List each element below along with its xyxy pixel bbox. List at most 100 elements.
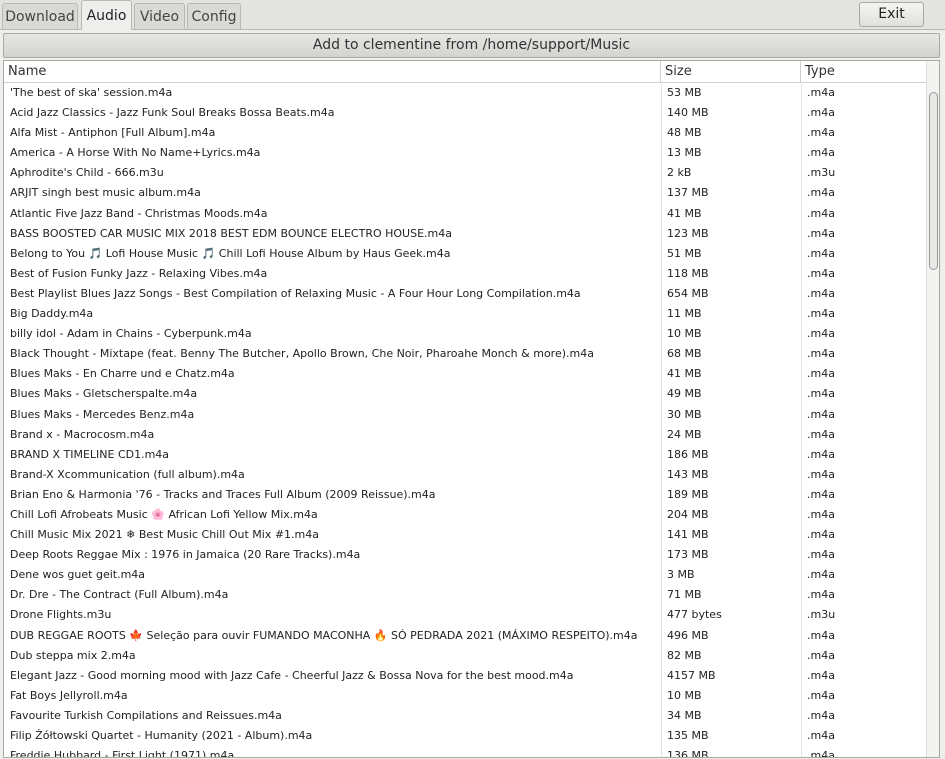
add-to-clementine-button[interactable]: Add to clementine from /home/support/Mus… bbox=[3, 33, 940, 58]
tab-video[interactable]: Video bbox=[134, 3, 185, 29]
file-type: .m4a bbox=[807, 126, 835, 140]
table-row[interactable]: Chill Lofi Afrobeats Music 🌸 African Lof… bbox=[4, 505, 926, 525]
file-name: BASS BOOSTED CAR MUSIC MIX 2018 BEST EDM… bbox=[10, 226, 452, 240]
table-row[interactable]: Belong to You 🎵 Lofi House Music 🎵 Chill… bbox=[4, 244, 926, 264]
file-size: 136 MB bbox=[667, 749, 709, 757]
file-name: Belong to You 🎵 Lofi House Music 🎵 Chill… bbox=[10, 246, 451, 260]
file-type: .m4a bbox=[807, 749, 835, 757]
file-type: .m4a bbox=[807, 186, 835, 200]
table-row[interactable]: Brian Eno & Harmonia '76 - Tracks and Tr… bbox=[4, 485, 926, 505]
audio-panel: Add to clementine from /home/support/Mus… bbox=[0, 29, 945, 759]
file-type: .m4a bbox=[807, 347, 835, 361]
table-row[interactable]: Big Daddy.m4a 11 MB .m4a bbox=[4, 304, 926, 324]
tab-config[interactable]: Config bbox=[187, 3, 241, 29]
table-row[interactable]: Fat Boys Jellyroll.m4a 10 MB .m4a bbox=[4, 686, 926, 706]
file-rows: 'The best of ska' session.m4a 53 MB .m4a Ac… bbox=[4, 83, 926, 757]
file-type: .m4a bbox=[807, 387, 835, 401]
file-name: DUB REGGAE ROOTS 🍁 Seleção para ouvir FU… bbox=[10, 628, 638, 642]
file-name: Blues Maks - En Charre und e Chatz.m4a bbox=[10, 367, 235, 381]
table-row[interactable]: America - A Horse With No Name+Lyrics.m4… bbox=[4, 143, 926, 163]
table-row[interactable]: Favourite Turkish Compilations and Reiss… bbox=[4, 706, 926, 726]
file-name: Dub steppa mix 2.m4a bbox=[10, 648, 136, 662]
column-header-type[interactable]: Type bbox=[801, 61, 926, 82]
file-type: .m4a bbox=[807, 286, 835, 300]
vertical-scrollbar[interactable] bbox=[926, 61, 939, 757]
file-size: 2 kB bbox=[667, 166, 692, 180]
file-size: 68 MB bbox=[667, 347, 702, 361]
file-size: 118 MB bbox=[667, 266, 709, 280]
table-row[interactable]: Deep Roots Reggae Mix : 1976 in Jamaica … bbox=[4, 545, 926, 565]
file-type: .m4a bbox=[807, 528, 835, 542]
table-row[interactable]: Chill Music Mix 2021 ❄ Best Music Chill … bbox=[4, 525, 926, 545]
table-row[interactable]: Elegant Jazz - Good morning mood with Ja… bbox=[4, 666, 926, 686]
file-size: 53 MB bbox=[667, 86, 702, 99]
file-size: 4157 MB bbox=[667, 668, 716, 682]
table-row[interactable]: Best of Fusion Funky Jazz - Relaxing Vib… bbox=[4, 264, 926, 284]
table-row[interactable]: DUB REGGAE ROOTS 🍁 Seleção para ouvir FU… bbox=[4, 626, 926, 646]
table-row[interactable]: Dene wos guet geit.m4a 3 MB .m4a bbox=[4, 565, 926, 585]
file-type: .m4a bbox=[807, 427, 835, 441]
table-row[interactable]: Blues Maks - Mercedes Benz.m4a 30 MB .m4a bbox=[4, 405, 926, 425]
list-header: Name Size Type bbox=[4, 61, 926, 83]
file-size: 82 MB bbox=[667, 648, 702, 662]
table-row[interactable]: 'The best of ska' session.m4a 53 MB .m4a bbox=[4, 83, 926, 103]
file-name: Blues Maks - Gletscherspalte.m4a bbox=[10, 387, 198, 401]
table-row[interactable]: Blues Maks - En Charre und e Chatz.m4a 41… bbox=[4, 364, 926, 384]
file-type: .m4a bbox=[807, 226, 835, 240]
file-name: Atlantic Five Jazz Band - Christmas Mood… bbox=[10, 206, 268, 220]
file-name: BRAND X TIMELINE CD1.m4a bbox=[10, 447, 170, 461]
table-row[interactable]: Dr. Dre - The Contract (Full Album).m4a 7… bbox=[4, 585, 926, 605]
table-row[interactable]: ARJIT singh best music album.m4a 137 MB .m… bbox=[4, 183, 926, 203]
table-row[interactable]: Best Playlist Blues Jazz Songs - Best Co… bbox=[4, 284, 926, 304]
table-row[interactable]: billy idol - Adam in Chains - Cyberpunk.… bbox=[4, 324, 926, 344]
file-name: Chill Music Mix 2021 ❄ Best Music Chill … bbox=[10, 528, 319, 542]
file-name: Alfa Mist - Antiphon [Full Album].m4a bbox=[10, 126, 216, 140]
table-row[interactable]: Drone Flights.m3u 477 bytes .m3u bbox=[4, 605, 926, 625]
tab-audio[interactable]: Audio bbox=[81, 0, 132, 30]
file-type: .m4a bbox=[807, 688, 835, 702]
file-type: .m4a bbox=[807, 367, 835, 381]
column-header-size[interactable]: Size bbox=[661, 61, 801, 82]
table-row[interactable]: Acid Jazz Classics - Jazz Funk Soul Brea… bbox=[4, 103, 926, 123]
file-type: .m4a bbox=[807, 327, 835, 341]
table-row[interactable]: Brand x - Macrocosm.m4a 24 MB .m4a bbox=[4, 425, 926, 445]
table-row[interactable]: BRAND X TIMELINE CD1.m4a 186 MB .m4a bbox=[4, 445, 926, 465]
file-size: 30 MB bbox=[667, 407, 702, 421]
table-row[interactable]: Freddie Hubbard - First Light (1971).m4a… bbox=[4, 746, 926, 757]
file-name: Best Playlist Blues Jazz Songs - Best Co… bbox=[10, 286, 581, 300]
table-row[interactable]: Atlantic Five Jazz Band - Christmas Mood… bbox=[4, 204, 926, 224]
file-type: .m4a bbox=[807, 648, 835, 662]
file-name: Dr. Dre - The Contract (Full Album).m4a bbox=[10, 588, 229, 602]
file-size: 143 MB bbox=[667, 467, 709, 481]
table-row[interactable]: Dub steppa mix 2.m4a 82 MB .m4a bbox=[4, 646, 926, 666]
file-name: billy idol - Adam in Chains - Cyberpunk.… bbox=[10, 327, 252, 341]
table-row[interactable]: Filip Żółtowski Quartet - Humanity (2021… bbox=[4, 726, 926, 746]
file-type: .m4a bbox=[807, 266, 835, 280]
file-size: 189 MB bbox=[667, 487, 709, 501]
file-size: 71 MB bbox=[667, 588, 702, 602]
file-name: Brand-X Xcommunication (full album).m4a bbox=[10, 467, 245, 481]
table-row[interactable]: Brand-X Xcommunication (full album).m4a 1… bbox=[4, 465, 926, 485]
exit-button[interactable]: Exit bbox=[859, 2, 924, 27]
table-row[interactable]: Alfa Mist - Antiphon [Full Album].m4a 48 … bbox=[4, 123, 926, 143]
table-row[interactable]: BASS BOOSTED CAR MUSIC MIX 2018 BEST EDM… bbox=[4, 224, 926, 244]
table-row[interactable]: Aphrodite's Child - 666.m3u 2 kB .m3u bbox=[4, 163, 926, 183]
tab-download[interactable]: Download bbox=[2, 3, 78, 29]
file-name: Elegant Jazz - Good morning mood with Ja… bbox=[10, 668, 574, 682]
table-row[interactable]: Black Thought - Mixtape (feat. Benny The… bbox=[4, 344, 926, 364]
file-name: Dene wos guet geit.m4a bbox=[10, 568, 146, 582]
file-name: Brand x - Macrocosm.m4a bbox=[10, 427, 155, 441]
file-type: .m4a bbox=[807, 668, 835, 682]
file-type: .m4a bbox=[807, 106, 835, 120]
file-type: .m4a bbox=[807, 246, 835, 260]
file-name: Brian Eno & Harmonia '76 - Tracks and Tr… bbox=[10, 487, 436, 501]
scrollbar-thumb[interactable] bbox=[929, 92, 938, 270]
file-size: 173 MB bbox=[667, 548, 709, 562]
column-header-name[interactable]: Name bbox=[4, 61, 661, 82]
file-type: .m4a bbox=[807, 407, 835, 421]
file-name: Deep Roots Reggae Mix : 1976 in Jamaica … bbox=[10, 548, 361, 562]
file-size: 48 MB bbox=[667, 126, 702, 140]
file-type: .m4a bbox=[807, 467, 835, 481]
file-name: Fat Boys Jellyroll.m4a bbox=[10, 688, 128, 702]
table-row[interactable]: Blues Maks - Gletscherspalte.m4a 49 MB .m4… bbox=[4, 384, 926, 404]
